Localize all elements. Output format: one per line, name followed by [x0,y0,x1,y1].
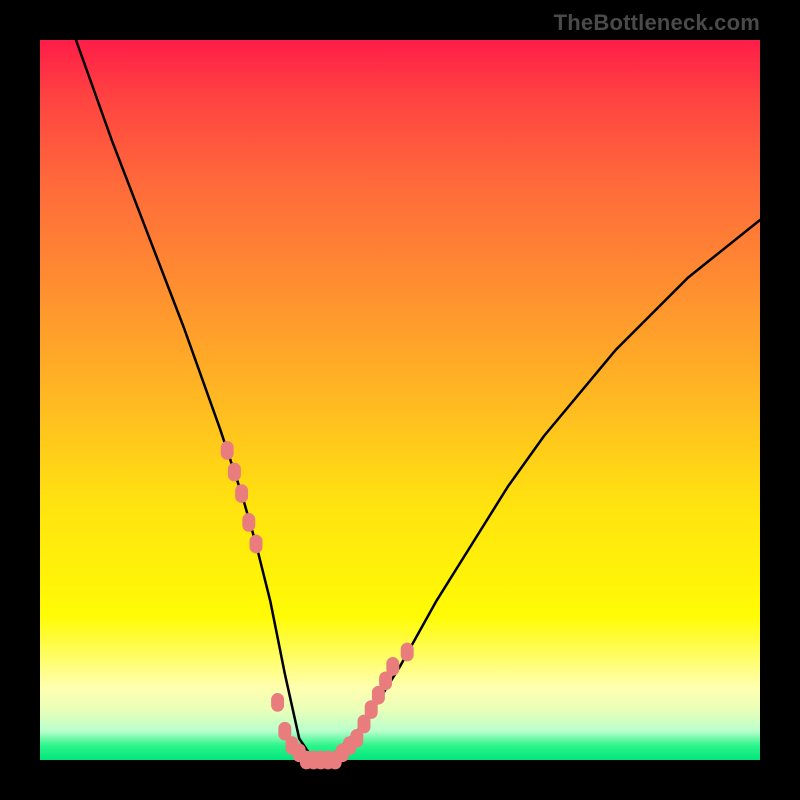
marker-dot [235,484,248,503]
marker-dot [271,693,284,712]
marker-dot [250,535,263,554]
curve-layer [40,40,760,760]
chart-frame: TheBottleneck.com [0,0,800,800]
marker-dot [221,441,234,460]
marker-dot [386,657,399,676]
plot-area [40,40,760,760]
marker-dot [401,643,414,662]
marker-dot [228,463,241,482]
marker-dot [242,513,255,532]
watermark-text: TheBottleneck.com [554,10,760,36]
marker-group [221,441,414,769]
main-curve [76,40,760,760]
